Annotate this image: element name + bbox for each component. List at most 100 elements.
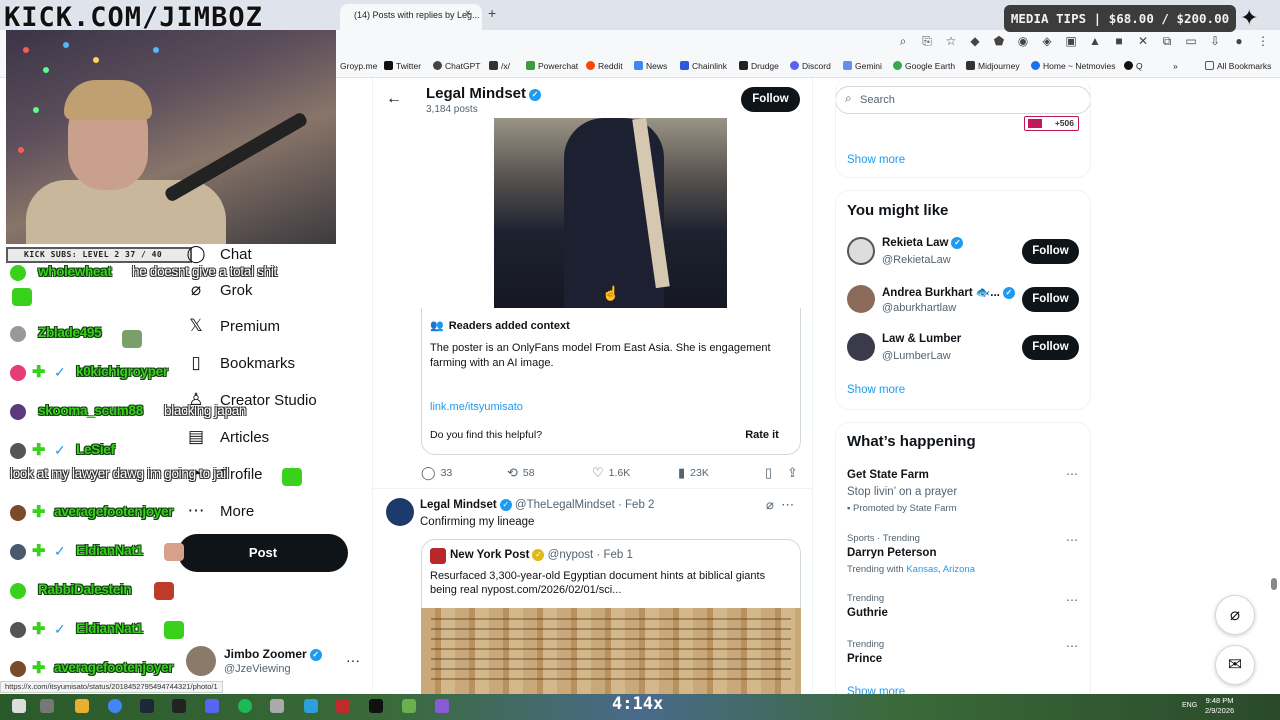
file-explorer-icon[interactable] (75, 699, 89, 713)
downloads-icon[interactable]: ⇩ (1208, 34, 1222, 49)
spotify-icon[interactable] (238, 699, 252, 713)
bookmark-google-earth[interactable]: Google Earth (893, 61, 955, 71)
discord-icon[interactable] (205, 699, 219, 713)
trend-name[interactable]: Prince (847, 653, 882, 665)
avatar[interactable] (847, 237, 875, 265)
more-icon[interactable]: ⋯ (1066, 593, 1078, 607)
nav-chat[interactable]: ◯ Chat (186, 244, 251, 264)
task-view-icon[interactable] (40, 699, 54, 713)
quoted-tweet-image[interactable] (421, 608, 801, 698)
zoom-icon[interactable]: ⌕ (896, 34, 910, 49)
suggestion-name[interactable]: Law & Lumber (882, 333, 961, 345)
more-icon[interactable]: ⋯ (1066, 533, 1078, 547)
trend-link[interactable]: Arizona (943, 564, 975, 575)
taskbar-clock[interactable]: 9:48 PM 2/9/2026 (1205, 696, 1234, 716)
steam-icon[interactable] (140, 699, 154, 713)
avatar[interactable] (386, 498, 414, 526)
community-note-link[interactable]: link.me/itsyumisato (430, 401, 523, 413)
app-icon[interactable] (435, 699, 449, 713)
language-indicator[interactable]: ENG (1182, 702, 1197, 709)
browser-tab[interactable]: (14) Posts with replies by Leg... (340, 4, 482, 30)
nav-more[interactable]: ⋯ More (186, 501, 255, 521)
nav-premium[interactable]: 𝕏 Premium (186, 316, 280, 336)
trend-name[interactable]: Get State Farm (847, 469, 929, 481)
trend-name[interactable]: Darryn Peterson (847, 547, 936, 559)
trend-link[interactable]: Kansas (906, 564, 938, 575)
repost-button[interactable]: ⟲ 58 (507, 465, 535, 481)
bookmark-midjourney[interactable]: Midjourney (966, 61, 1020, 71)
tweet-photo[interactable] (494, 118, 727, 308)
nav-articles[interactable]: ▤ Articles (186, 427, 269, 447)
nav-bookmarks[interactable]: ▯ Bookmarks (186, 353, 295, 373)
puzzle-icon[interactable]: ⧉ (1160, 34, 1174, 49)
extension-icon[interactable]: ◆ (968, 34, 982, 49)
bookmark-gemini[interactable]: Gemini (843, 61, 882, 71)
profile-avatar-icon[interactable]: ● (1232, 34, 1246, 49)
more-icon[interactable]: ⋯ (781, 497, 794, 512)
avatar[interactable] (847, 333, 875, 361)
post-button[interactable]: Post (178, 534, 348, 572)
start-icon[interactable] (12, 699, 26, 713)
follow-button[interactable]: Follow (1022, 239, 1079, 264)
bookmark-chainlink[interactable]: Chainlink (680, 61, 727, 71)
like-button[interactable]: ♡ 1.6K (592, 465, 630, 481)
follow-button[interactable]: Follow (1022, 335, 1079, 360)
x-app-icon[interactable] (369, 699, 383, 713)
extension-icon[interactable]: ▲ (1088, 34, 1102, 49)
suggestion-name[interactable]: Rekieta Law ✓ (882, 237, 964, 249)
tweet-date[interactable]: · Feb 2 (618, 499, 654, 511)
grok-fab-icon[interactable]: ⌀ (1215, 595, 1255, 635)
bookmark-discord[interactable]: Discord (790, 61, 831, 71)
extension-icon[interactable]: ◉ (1016, 34, 1030, 49)
app-icon[interactable] (270, 699, 284, 713)
bookmark-netmovies[interactable]: Home ~ Netmovies (1031, 61, 1116, 71)
chrome-icon[interactable] (108, 699, 122, 713)
shield-icon[interactable]: ⬟ (992, 34, 1006, 49)
extension-icon[interactable]: ▣ (1064, 34, 1078, 49)
follow-button[interactable]: Follow (1022, 287, 1079, 312)
scrollbar-thumb[interactable] (1271, 578, 1277, 590)
account-more-icon[interactable]: ··· (346, 652, 360, 668)
extension-icon[interactable]: ◈ (1040, 34, 1054, 49)
tweet-author-handle[interactable]: @TheLegalMindset (515, 499, 615, 511)
show-more-link[interactable]: Show more (847, 154, 905, 166)
terminal-icon[interactable] (172, 699, 186, 713)
show-more-link[interactable]: Show more (847, 384, 905, 396)
star-icon[interactable]: ☆ (944, 34, 958, 49)
tab-close-icon[interactable]: × (465, 8, 471, 19)
bookmarks-overflow-icon[interactable]: » (1173, 61, 1178, 71)
back-arrow-icon[interactable]: ← (386, 90, 402, 108)
share-icon[interactable]: ⎘ (920, 34, 934, 49)
views-button[interactable]: ▮ 23K (678, 465, 709, 481)
bookmark-twitter[interactable]: Twitter (384, 61, 421, 71)
bookmark-q[interactable]: Q (1124, 61, 1143, 71)
bookmark-button[interactable]: ▯ (765, 465, 772, 481)
tweet-author-name[interactable]: Legal Mindset (420, 499, 497, 511)
app-icon[interactable] (336, 699, 350, 713)
new-tab-button[interactable]: + (488, 5, 496, 21)
share-button[interactable]: ⇪ (787, 465, 798, 481)
more-icon[interactable]: ⋯ (1066, 467, 1078, 481)
telegram-icon[interactable] (304, 699, 318, 713)
extension-icon[interactable]: ■ (1112, 34, 1126, 49)
all-bookmarks[interactable]: All Bookmarks (1205, 61, 1271, 71)
grok-icon[interactable]: ⌀ (766, 497, 774, 512)
account-switcher[interactable]: Jimbo Zoomer ✓ @JzeViewing ··· (186, 646, 366, 680)
minecraft-icon[interactable] (402, 699, 416, 713)
bookmark-news[interactable]: News (634, 61, 667, 71)
bookmark-powerchat[interactable]: Powerchat (526, 61, 578, 71)
rate-it-button[interactable]: Rate it (736, 423, 788, 447)
more-icon[interactable]: ⋯ (1066, 639, 1078, 653)
suggestion-name[interactable]: Andrea Burkhart 🐟... ✓ (882, 285, 1015, 299)
messages-fab-icon[interactable]: ✉ (1215, 645, 1255, 685)
bookmark-drudge[interactable]: Drudge (739, 61, 779, 71)
reply-button[interactable]: ◯ 33 (421, 465, 452, 481)
sidebar-icon[interactable]: ▭ (1184, 34, 1198, 49)
bookmark-groyp[interactable]: Groyp.me (340, 61, 377, 71)
follow-button[interactable]: Follow (741, 87, 800, 112)
trend-name[interactable]: Guthrie (847, 607, 888, 619)
bookmark-reddit[interactable]: Reddit (586, 61, 623, 71)
bookmark-chatgpt[interactable]: ChatGPT (433, 61, 480, 71)
menu-icon[interactable]: ⋮ (1256, 34, 1270, 49)
bookmark-x[interactable]: /x/ (489, 61, 510, 71)
